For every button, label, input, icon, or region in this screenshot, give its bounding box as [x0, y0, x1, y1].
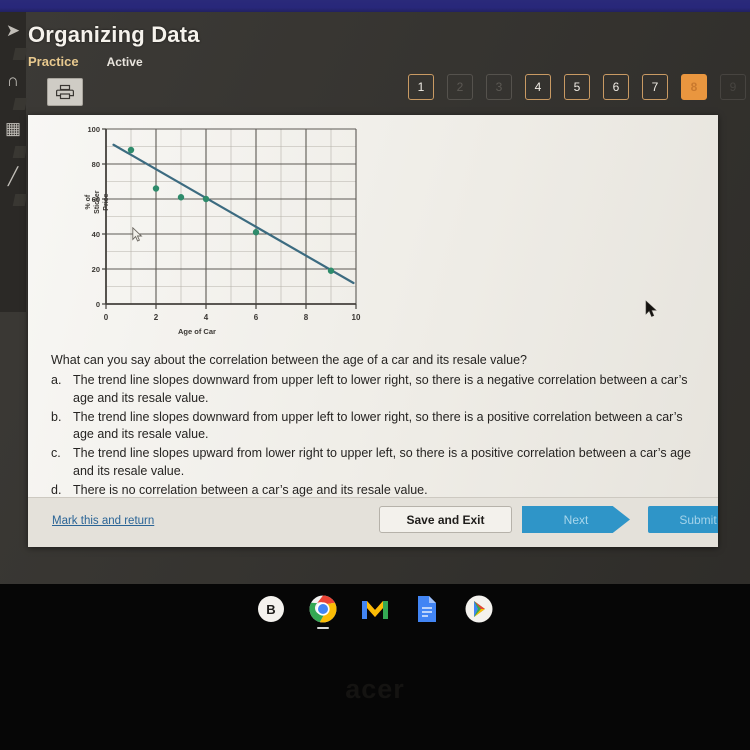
assignment-header: Organizing Data Practice Active 1 2 3 4 …: [26, 14, 750, 112]
svg-text:6: 6: [254, 313, 259, 322]
option-b[interactable]: b. The trend line slopes downward from u…: [51, 409, 696, 445]
chart-svg: 100 80 60 40 20 0 0 2 4 6 8 10: [87, 125, 361, 322]
mouse-cursor: [645, 300, 658, 318]
question-block: What can you say about the correlation b…: [51, 352, 696, 500]
scatter-plot: 100 80 60 40 20 0 0 2 4 6 8 10 % of Stic…: [58, 117, 388, 349]
svg-text:40: 40: [92, 230, 100, 239]
assignment-meta: Practice Active: [28, 54, 143, 69]
svg-text:0: 0: [104, 313, 109, 322]
data-point-6: [327, 267, 335, 274]
svg-text:100: 100: [87, 125, 100, 134]
launcher-glyph: B: [258, 596, 284, 622]
question-stem: What can you say about the correlation b…: [51, 353, 527, 367]
print-button[interactable]: [47, 78, 83, 106]
data-point-5: [252, 229, 260, 236]
pager-item-3: 3: [486, 74, 512, 100]
x-axis-label: Age of Car: [178, 327, 216, 336]
chevron-right-icon[interactable]: ➤: [0, 14, 26, 48]
save-and-exit-button[interactable]: Save and Exit: [379, 506, 512, 533]
launcher-icon[interactable]: B: [256, 594, 286, 624]
page-title: Organizing Data: [28, 22, 200, 47]
printer-icon: [56, 84, 74, 100]
chromeos-shelf: B acer: [0, 584, 750, 750]
svg-text:4: 4: [204, 313, 209, 322]
calculator-icon[interactable]: ▦: [0, 112, 26, 146]
option-a-letter: a.: [51, 373, 62, 387]
data-point-2: [152, 185, 160, 192]
left-tool-rail: ➤ ∩ ▦ ╱: [0, 12, 28, 312]
pager-item-2: 2: [447, 74, 473, 100]
option-a-text: The trend line slopes downward from uppe…: [73, 373, 688, 405]
svg-text:80: 80: [92, 160, 100, 169]
pager-item-9[interactable]: 9: [720, 74, 746, 100]
question-content-panel: 100 80 60 40 20 0 0 2 4 6 8 10 % of Stic…: [28, 115, 718, 547]
option-c-letter: c.: [51, 446, 61, 460]
magnet-icon[interactable]: ∩: [0, 64, 26, 98]
submit-button[interactable]: Submit: [648, 506, 718, 533]
line-tool-icon[interactable]: ╱: [0, 160, 26, 194]
chart-cursor-artifact: [132, 226, 143, 242]
option-b-letter: b.: [51, 409, 62, 424]
pager-item-8-current[interactable]: 8: [681, 74, 707, 100]
next-button[interactable]: Next: [522, 506, 630, 533]
svg-text:10: 10: [352, 313, 361, 322]
option-a[interactable]: a. The trend line slopes downward from u…: [51, 372, 696, 408]
chrome-active-indicator: [317, 627, 329, 629]
option-c[interactable]: c. The trend line slopes upward from low…: [51, 445, 696, 481]
data-point-4: [202, 195, 210, 203]
pager-item-6[interactable]: 6: [603, 74, 629, 100]
play-store-icon[interactable]: [464, 594, 494, 624]
google-docs-icon[interactable]: [412, 594, 442, 624]
svg-text:20: 20: [92, 265, 100, 274]
question-pager[interactable]: 1 2 3 4 5 6 7 8 9: [408, 74, 746, 100]
pager-item-7[interactable]: 7: [642, 74, 668, 100]
rail-divider-3: [12, 146, 28, 158]
shelf-icon-row: B: [0, 594, 750, 629]
pager-item-1[interactable]: 1: [408, 74, 434, 100]
mark-this-and-return-link[interactable]: Mark this and return: [52, 515, 154, 527]
device-brand-logo: acer: [345, 674, 405, 704]
gmail-icon[interactable]: [360, 594, 390, 624]
pager-item-4[interactable]: 4: [525, 74, 551, 100]
assignment-state-label: Active: [106, 55, 143, 69]
question-footer-bar: Mark this and return Save and Exit Next …: [28, 497, 718, 547]
assignment-type-label: Practice: [28, 54, 79, 69]
rail-divider-4: [12, 194, 28, 206]
data-point-3: [177, 194, 185, 201]
y-axis-label: % of Sticker Price: [84, 190, 110, 214]
svg-text:8: 8: [304, 313, 309, 322]
option-b-text: The trend line slopes downward from uppe…: [73, 409, 683, 442]
chrome-icon[interactable]: [308, 594, 338, 629]
data-point-1: [127, 146, 135, 154]
option-c-text: The trend line slopes upward from lower …: [73, 446, 691, 478]
svg-text:0: 0: [96, 300, 100, 309]
pager-item-5[interactable]: 5: [564, 74, 590, 100]
svg-text:2: 2: [154, 313, 159, 322]
